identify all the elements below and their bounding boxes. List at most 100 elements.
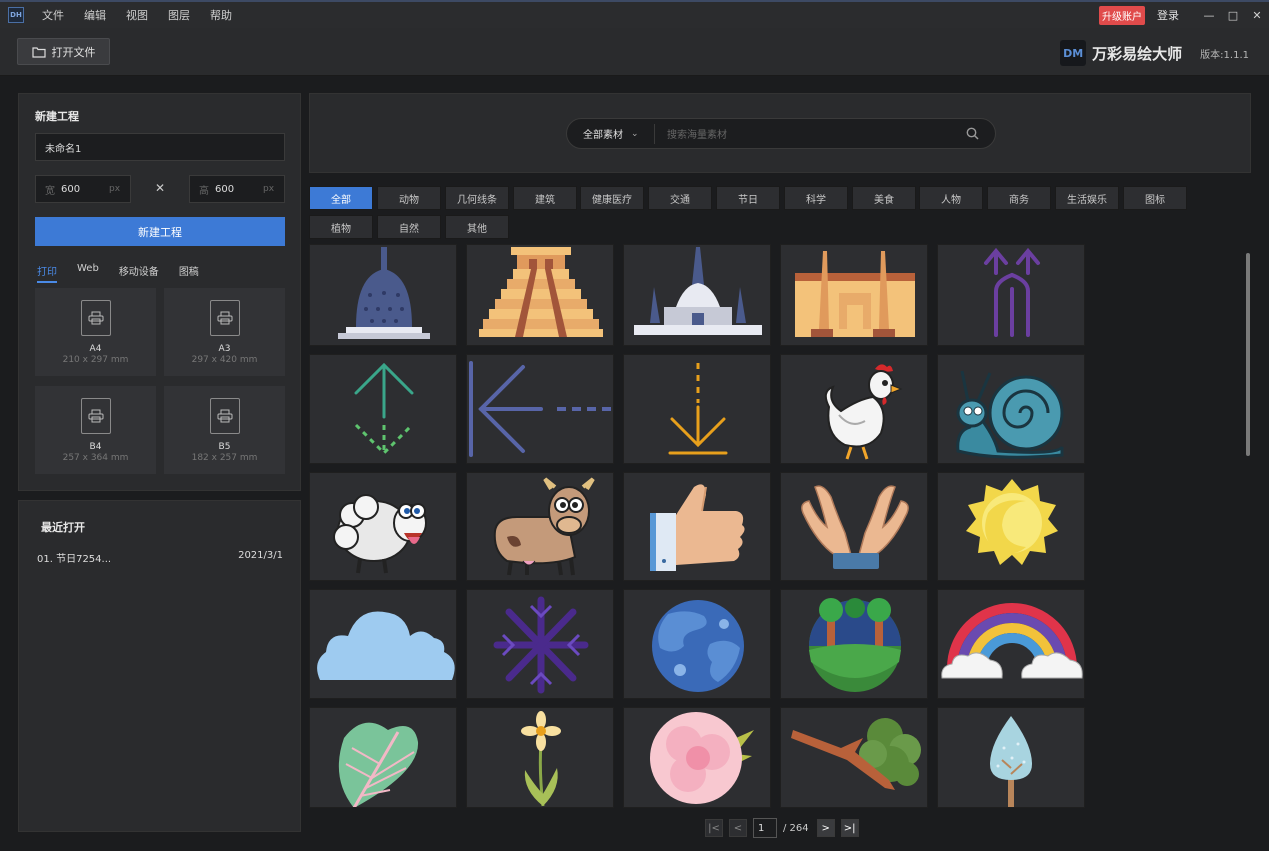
printer-icon [80,398,111,434]
category-healthcare[interactable]: 健康医疗 [580,186,644,210]
asset-branch[interactable] [780,707,928,808]
height-unit: px [263,184,275,194]
asset-forest-circle[interactable] [780,589,928,699]
asset-planet[interactable] [623,589,771,699]
recent-file-name: 01. 节日7254... [37,554,112,565]
page-number-input[interactable]: 1 [753,818,777,838]
pagination: |< < 1 / 264 > >| [705,818,865,838]
menu-view[interactable]: 视图 [126,7,148,23]
search-icon[interactable] [966,127,979,140]
asset-rainbow[interactable] [937,589,1085,699]
prev-page-icon[interactable]: < [729,819,747,837]
search-input[interactable]: 搜索海量素材 [667,126,966,141]
asset-cloud[interactable] [309,589,457,699]
asset-pyramid[interactable] [466,244,614,346]
tab-print[interactable]: 打印 [37,263,57,283]
asset-arrow-left[interactable] [466,354,614,464]
height-input[interactable]: 高 600 px [189,175,285,203]
search-category-dropdown[interactable]: 全部素材 ⌄ [567,123,655,144]
category-other[interactable]: 其他 [445,215,509,239]
times-icon: ✕ [155,181,166,195]
maximize-icon[interactable]: □ [1221,5,1245,25]
tab-web[interactable]: Web [77,263,99,283]
tab-artboard[interactable]: 图稿 [179,263,199,283]
asset-snowflake[interactable] [466,589,614,699]
project-name-input[interactable]: 未命名1 [35,133,285,161]
recent-panel: 最近打开 01. 节日7254... 2021/3/1 [18,500,301,832]
asset-cow[interactable] [466,472,614,581]
asset-tree[interactable] [937,707,1085,808]
category-holiday[interactable]: 节日 [716,186,780,210]
category-animals[interactable]: 动物 [377,186,441,210]
last-page-icon[interactable]: >| [840,819,859,837]
printer-icon [209,300,240,336]
next-page-icon[interactable]: > [816,819,835,837]
asset-fortress[interactable] [780,244,928,346]
asset-chicken[interactable] [780,354,928,464]
category-nature[interactable]: 自然 [377,215,441,239]
width-label: 宽 [45,185,55,197]
asset-snail[interactable] [937,354,1085,464]
paper-size: 297 x 420 mm [191,355,258,365]
tab-mobile[interactable]: 移动设备 [119,263,159,283]
search-panel: 全部素材 ⌄ 搜索海量素材 [309,93,1251,173]
brand-logo-icon: DM [1060,40,1087,66]
paper-preset-a3[interactable]: A3 297 x 420 mm [164,288,285,376]
new-project-title: 新建工程 [35,110,79,123]
paper-size: 182 x 257 mm [191,453,258,463]
category-lifestyle[interactable]: 生活娱乐 [1055,186,1119,210]
category-science[interactable]: 科学 [784,186,848,210]
asset-leaf[interactable] [309,707,457,808]
chevron-down-icon: ⌄ [631,128,639,139]
close-icon[interactable]: ✕ [1245,5,1269,25]
category-geometric-lines[interactable]: 几何线条 [445,186,509,210]
minimize-icon[interactable]: — [1197,5,1221,25]
category-icons[interactable]: 图标 [1123,186,1187,210]
toolbar: 打开文件 DM 万彩易绘大师 版本:1.1.1 [0,28,1269,76]
create-project-button[interactable]: 新建工程 [35,217,285,246]
asset-thumbs-up[interactable] [623,472,771,581]
recent-file-item[interactable]: 01. 节日7254... 2021/3/1 [37,550,283,565]
asset-sun[interactable] [937,472,1085,581]
asset-hands[interactable] [780,472,928,581]
asset-flower-yellow[interactable] [466,707,614,808]
paper-size: 257 x 364 mm [62,453,129,463]
category-all[interactable]: 全部 [309,186,373,210]
asset-stupa[interactable] [309,244,457,346]
asset-flower-pink[interactable] [623,707,771,808]
login-button[interactable]: 登录 [1157,7,1179,23]
paper-preset-b4[interactable]: B4 257 x 364 mm [35,386,156,474]
asset-arrow-trident[interactable] [937,244,1085,346]
page-total: / 264 [783,822,809,834]
width-value: 600 [61,183,81,195]
search-bar: 全部素材 ⌄ 搜索海量素材 [566,118,996,149]
asset-scrollbar[interactable] [1246,253,1250,456]
first-page-icon[interactable]: |< [705,819,723,837]
paper-name: B4 [89,442,102,452]
open-file-button[interactable]: 打开文件 [17,38,110,65]
upgrade-account-button[interactable]: 升级账户 [1099,5,1145,25]
asset-arrow-down[interactable] [623,354,771,464]
menu-layer[interactable]: 图层 [168,7,190,23]
category-business[interactable]: 商务 [987,186,1051,210]
asset-arrow-up[interactable] [309,354,457,464]
category-transport[interactable]: 交通 [648,186,712,210]
width-input[interactable]: 宽 600 px [35,175,131,203]
open-file-label: 打开文件 [51,45,96,59]
asset-sheep[interactable] [309,472,457,581]
paper-preset-a4[interactable]: A4 210 x 297 mm [35,288,156,376]
height-value: 600 [215,183,235,195]
asset-temple[interactable] [623,244,771,346]
menu-file[interactable]: 文件 [42,7,64,23]
paper-preset-b5[interactable]: B5 182 x 257 mm [164,386,285,474]
recent-file-date: 2021/3/1 [238,550,283,561]
category-plants[interactable]: 植物 [309,215,373,239]
menu-edit[interactable]: 编辑 [84,7,106,23]
app-logo-icon: DH [8,7,24,23]
category-architecture[interactable]: 建筑 [513,186,577,210]
category-people[interactable]: 人物 [919,186,983,210]
brand-name: 万彩易绘大师 [1092,44,1183,63]
version-label: 版本:1.1.1 [1200,49,1249,61]
menu-help[interactable]: 帮助 [210,7,232,23]
category-food[interactable]: 美食 [852,186,916,210]
